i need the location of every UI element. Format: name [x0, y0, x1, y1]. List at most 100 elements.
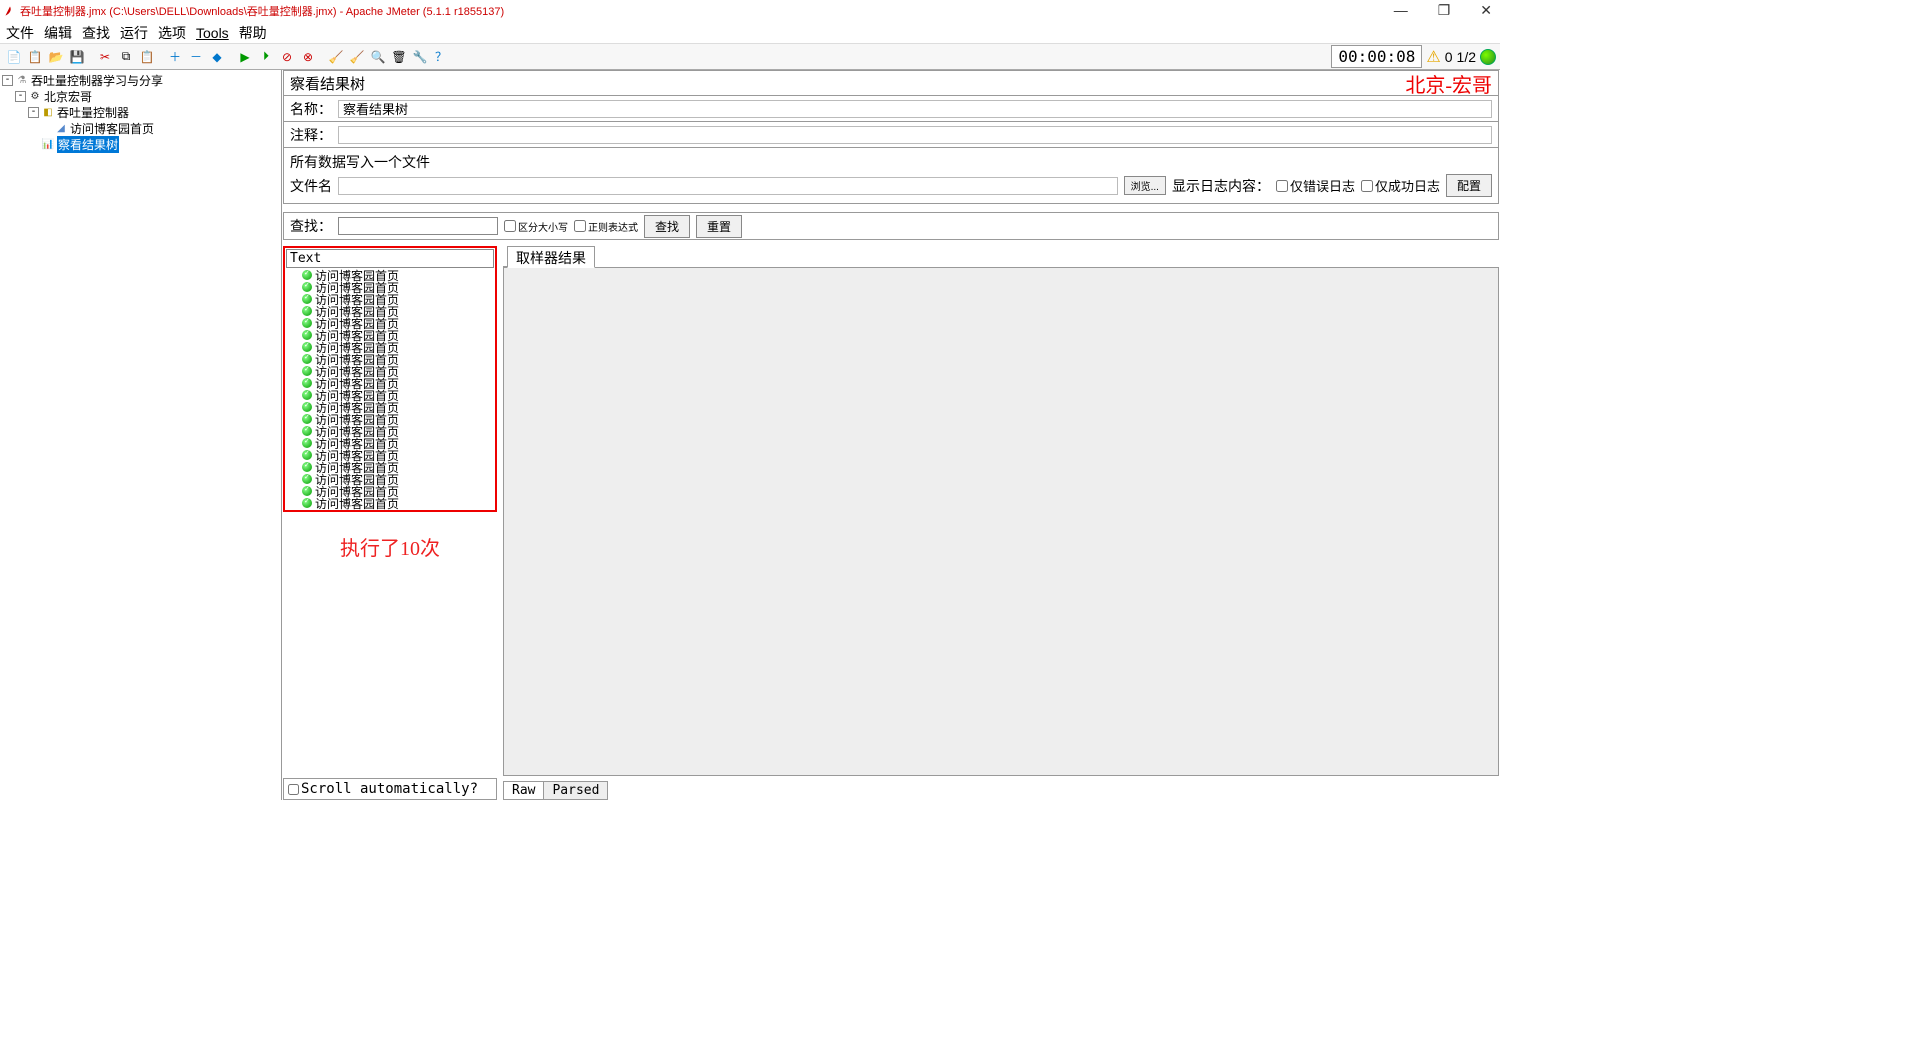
toolbar: 📄 📋 📂 💾 ✂ ⧉ 📋 ＋ － ◆ ▶ ⏵ ⊘ ⊗ 🧹 🧹 🔍 🗑 🔧 ？ …	[0, 44, 1500, 70]
render-dropdown[interactable]: Text	[286, 249, 494, 268]
toggle-icon[interactable]: ◆	[207, 47, 227, 67]
tree-listener[interactable]: 察看结果树	[57, 136, 119, 153]
paste-icon[interactable]: 📋	[137, 47, 157, 67]
menu-edit[interactable]: 编辑	[44, 23, 72, 43]
name-input[interactable]	[338, 100, 1492, 118]
annotation-text: 执行了10次	[283, 512, 497, 581]
success-icon	[302, 474, 312, 484]
success-icon	[302, 366, 312, 376]
open-icon[interactable]: 📂	[46, 47, 66, 67]
regex-checkbox[interactable]: 正则表达式	[574, 219, 638, 234]
tree-sampler[interactable]: 访问博客园首页	[70, 120, 154, 137]
thread-count: 1/2	[1457, 49, 1476, 65]
threadgroup-icon: ⚙	[28, 89, 42, 103]
result-list[interactable]: 访问博客园首页访问博客园首页访问博客园首页访问博客园首页访问博客园首页访问博客园…	[285, 269, 495, 510]
app-icon	[4, 5, 16, 17]
result-label: 访问博客园首页	[315, 495, 399, 511]
minimize-button[interactable]: —	[1388, 2, 1414, 19]
success-icon	[302, 378, 312, 388]
shutdown-icon[interactable]: ⊗	[298, 47, 318, 67]
success-icon	[302, 462, 312, 472]
search-icon[interactable]: 🔍	[368, 47, 388, 67]
tree-threadgroup[interactable]: 北京宏哥	[44, 88, 92, 105]
success-icon	[302, 318, 312, 328]
sampler-result-tab[interactable]: 取样器结果	[507, 246, 595, 268]
status-indicator	[1480, 49, 1496, 65]
help-icon[interactable]: ？	[431, 47, 451, 67]
cut-icon[interactable]: ✂	[95, 47, 115, 67]
only-success-checkbox[interactable]: 仅成功日志	[1361, 176, 1440, 195]
warn-count: 0	[1445, 49, 1453, 65]
only-error-checkbox[interactable]: 仅错误日志	[1276, 176, 1355, 195]
success-icon	[302, 450, 312, 460]
configure-button[interactable]: 配置	[1446, 174, 1492, 197]
menu-help[interactable]: 帮助	[239, 23, 267, 43]
success-icon	[302, 342, 312, 352]
success-icon	[302, 390, 312, 400]
search-input[interactable]	[338, 217, 498, 235]
scroll-auto-checkbox[interactable]: Scroll automatically?	[283, 778, 497, 800]
menu-search[interactable]: 查找	[82, 23, 110, 43]
stop-icon[interactable]: ⊘	[277, 47, 297, 67]
success-icon	[302, 282, 312, 292]
tree-root[interactable]: 吞吐量控制器学习与分享	[31, 72, 163, 89]
success-icon	[302, 294, 312, 304]
menu-options[interactable]: 选项	[158, 23, 186, 43]
success-icon	[302, 486, 312, 496]
raw-tab[interactable]: Raw	[503, 781, 544, 800]
panel-title-bar: 察看结果树 北京-宏哥	[283, 70, 1499, 96]
success-icon	[302, 402, 312, 412]
copy-icon[interactable]: ⧉	[116, 47, 136, 67]
tree-expander[interactable]: -	[28, 107, 39, 118]
warning-icon[interactable]: ⚠	[1426, 47, 1440, 67]
tree-pane: -⚗吞吐量控制器学习与分享 -⚙北京宏哥 -◧吞吐量控制器 ◢访问博客园首页 📊…	[0, 70, 282, 800]
menu-tools[interactable]: Tools	[196, 25, 229, 41]
new-icon[interactable]: 📄	[4, 47, 24, 67]
comment-label: 注释：	[290, 125, 332, 145]
function-icon[interactable]: 🔧	[410, 47, 430, 67]
case-checkbox[interactable]: 区分大小写	[504, 219, 568, 234]
tree-expander[interactable]: -	[15, 91, 26, 102]
filename-input[interactable]	[338, 177, 1118, 195]
testplan-icon: ⚗	[15, 73, 29, 87]
save-icon[interactable]: 💾	[67, 47, 87, 67]
success-icon	[302, 498, 312, 508]
browse-button[interactable]: 浏览...	[1124, 176, 1166, 195]
collapse-icon[interactable]: －	[186, 47, 206, 67]
tree-expander[interactable]: -	[2, 75, 13, 86]
filename-label: 文件名	[290, 176, 332, 196]
timer: 00:00:08	[1331, 45, 1422, 68]
sampler-result-panel	[503, 268, 1499, 776]
success-icon	[302, 354, 312, 364]
clear-all-icon[interactable]: 🧹	[347, 47, 367, 67]
search-label: 查找：	[290, 216, 332, 236]
menu-file[interactable]: 文件	[6, 23, 34, 43]
success-icon	[302, 270, 312, 280]
menu-run[interactable]: 运行	[120, 23, 148, 43]
success-icon	[302, 414, 312, 424]
listener-icon: 📊	[41, 137, 55, 151]
start-noTimer-icon[interactable]: ⏵	[256, 47, 276, 67]
result-item[interactable]: 访问博客园首页	[287, 497, 493, 509]
titlebar: 吞吐量控制器.jmx (C:\Users\DELL\Downloads\吞吐量控…	[0, 0, 1500, 22]
templates-icon[interactable]: 📋	[25, 47, 45, 67]
success-icon	[302, 330, 312, 340]
find-button[interactable]: 查找	[644, 215, 690, 238]
tree-controller[interactable]: 吞吐量控制器	[57, 104, 129, 121]
start-icon[interactable]: ▶	[235, 47, 255, 67]
menubar: 文件 编辑 查找 运行 选项 Tools 帮助	[0, 22, 1500, 44]
success-icon	[302, 438, 312, 448]
expand-icon[interactable]: ＋	[165, 47, 185, 67]
clear-icon[interactable]: 🧹	[326, 47, 346, 67]
reset-search-icon[interactable]: 🗑	[389, 47, 409, 67]
showlog-label: 显示日志内容：	[1172, 176, 1270, 196]
close-button[interactable]: ✕	[1474, 2, 1498, 19]
sampler-icon: ◢	[54, 121, 68, 135]
parsed-tab[interactable]: Parsed	[543, 781, 608, 800]
reset-button[interactable]: 重置	[696, 215, 742, 238]
panel-title: 察看结果树	[290, 73, 365, 94]
window-title: 吞吐量控制器.jmx (C:\Users\DELL\Downloads\吞吐量控…	[20, 3, 504, 19]
comment-input[interactable]	[338, 126, 1492, 144]
maximize-button[interactable]: ❐	[1432, 2, 1457, 19]
controller-icon: ◧	[41, 105, 55, 119]
